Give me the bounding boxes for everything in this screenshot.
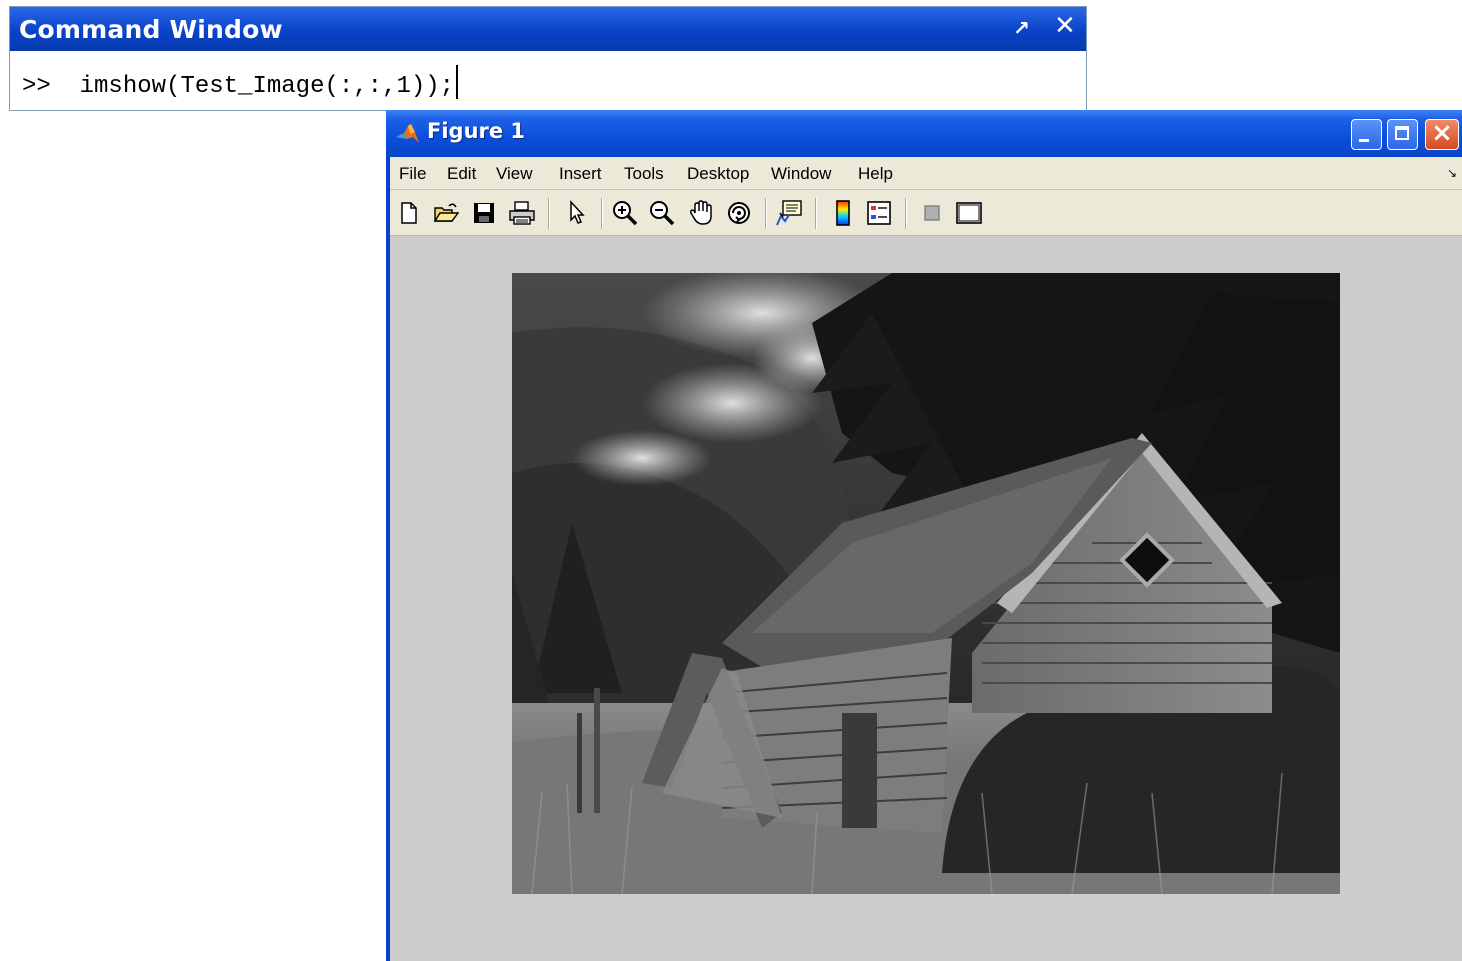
matlab-logo-icon bbox=[396, 124, 419, 143]
save-icon[interactable] bbox=[469, 198, 499, 228]
menu-edit[interactable]: Edit bbox=[447, 164, 476, 184]
command-window-titlebar[interactable]: Command Window bbox=[10, 7, 1086, 51]
open-file-icon[interactable] bbox=[431, 198, 461, 228]
maximize-button[interactable] bbox=[1387, 119, 1418, 150]
close-icon[interactable]: ✕ bbox=[1054, 11, 1076, 41]
command-prompt: >> bbox=[22, 73, 51, 100]
command-window-title: Command Window bbox=[19, 14, 283, 44]
insert-legend-icon[interactable] bbox=[864, 198, 894, 228]
figure-toolbar bbox=[390, 190, 1462, 236]
toolbar-separator bbox=[601, 198, 603, 229]
figure-menubar: File Edit View Insert Tools Desktop Wind… bbox=[390, 157, 1462, 190]
insert-colorbar-icon[interactable] bbox=[828, 198, 858, 228]
toolbar-separator bbox=[548, 198, 550, 229]
menu-help[interactable]: Help bbox=[858, 164, 893, 184]
toolbar-separator bbox=[815, 198, 817, 229]
select-arrow-icon[interactable] bbox=[561, 198, 591, 228]
toolbar-separator bbox=[765, 198, 767, 229]
displayed-image bbox=[512, 273, 1340, 894]
command-text: imshow(Test_Image(:,:,1)); bbox=[79, 73, 455, 100]
menu-file[interactable]: File bbox=[399, 164, 426, 184]
rotate-3d-icon[interactable] bbox=[724, 198, 754, 228]
zoom-in-icon[interactable] bbox=[610, 198, 640, 228]
undock-icon[interactable]: ↗ bbox=[1013, 16, 1030, 40]
menu-view[interactable]: View bbox=[496, 164, 533, 184]
menu-tools[interactable]: Tools bbox=[624, 164, 664, 184]
menubar-dock-arrow-icon[interactable]: ↘ bbox=[1447, 166, 1457, 180]
hide-plot-tools-icon[interactable] bbox=[917, 198, 947, 228]
figure-window: Figure 1 × File Edit View Insert Tools D… bbox=[386, 110, 1462, 961]
image-axes[interactable] bbox=[512, 273, 1340, 894]
figure-titlebar[interactable]: Figure 1 × bbox=[386, 110, 1462, 157]
data-cursor-icon[interactable] bbox=[774, 198, 804, 228]
menu-window[interactable]: Window bbox=[771, 164, 831, 184]
close-icon: × bbox=[1431, 118, 1453, 148]
figure-title: Figure 1 bbox=[427, 119, 526, 143]
minimize-button[interactable] bbox=[1351, 119, 1382, 150]
menu-desktop[interactable]: Desktop bbox=[687, 164, 749, 184]
figure-client-area: File Edit View Insert Tools Desktop Wind… bbox=[390, 157, 1462, 961]
print-icon[interactable] bbox=[507, 198, 537, 228]
command-window: Command Window ↗ ✕ >> imshow(Test_Image(… bbox=[9, 6, 1087, 111]
show-plot-tools-icon[interactable] bbox=[954, 198, 984, 228]
new-figure-icon[interactable] bbox=[394, 198, 424, 228]
zoom-out-icon[interactable] bbox=[647, 198, 677, 228]
pan-hand-icon[interactable] bbox=[686, 198, 716, 228]
close-button[interactable]: × bbox=[1425, 118, 1459, 150]
toolbar-separator bbox=[905, 198, 907, 229]
text-caret bbox=[456, 65, 459, 99]
menu-insert[interactable]: Insert bbox=[559, 164, 602, 184]
command-line[interactable]: >> imshow(Test_Image(:,:,1)); bbox=[22, 65, 459, 100]
